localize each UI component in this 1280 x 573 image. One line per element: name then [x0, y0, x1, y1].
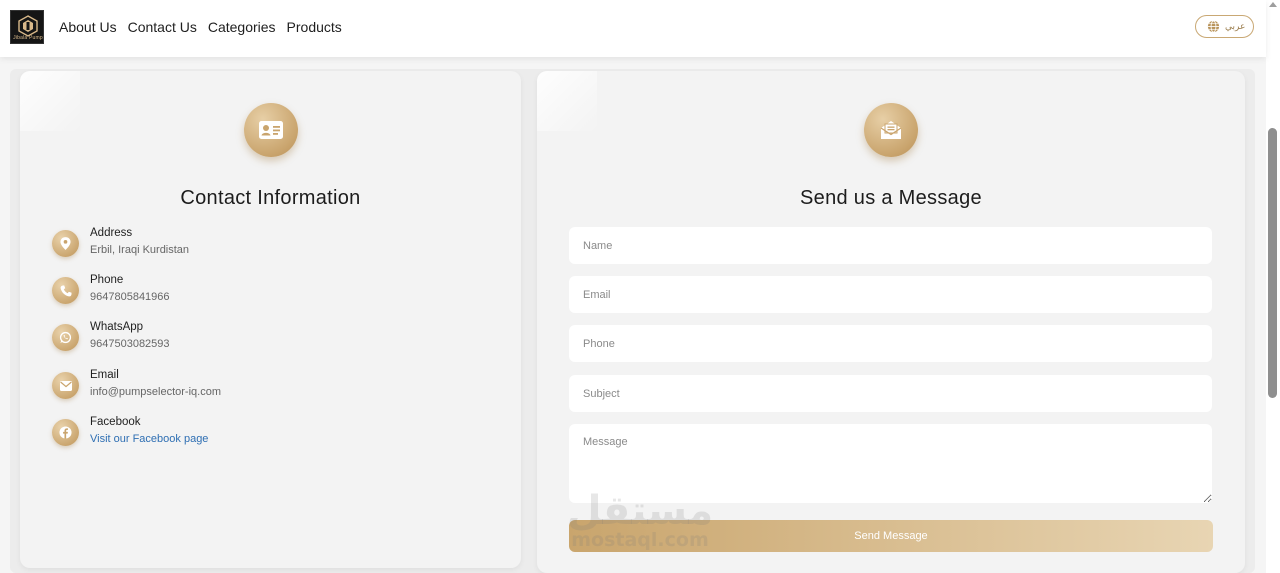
nav-categories[interactable]: Categories: [208, 17, 276, 37]
phone-value[interactable]: 9647805841966: [90, 291, 170, 303]
globe-icon: [1207, 20, 1220, 33]
message-textarea[interactable]: [569, 424, 1212, 503]
site-logo[interactable]: Jibala Pump: [10, 10, 44, 44]
contact-info-title: Contact Information: [180, 187, 361, 209]
address-value: Erbil, Iraqi Kurdistan: [90, 244, 190, 256]
email-value[interactable]: info@pumpselector-iq.com: [90, 386, 221, 398]
logo-text: Jibala Pump: [13, 35, 43, 41]
nav-contact-us[interactable]: Contact Us: [128, 17, 197, 37]
facebook-icon: [52, 419, 79, 446]
nav-products[interactable]: Products: [287, 17, 342, 37]
facebook-label: Facebook: [90, 416, 141, 428]
contact-info-card: Contact Information Address Erbil, Iraqi…: [20, 71, 521, 568]
id-card-icon: [244, 103, 298, 157]
email-icon: [52, 372, 79, 399]
whatsapp-value[interactable]: 9647503082593: [90, 338, 170, 350]
top-navbar: Jibala Pump About Us Contact Us Categori…: [0, 0, 1266, 57]
message-form-card: Send us a Message Send Message: [537, 71, 1245, 573]
contact-section: Contact Information Address Erbil, Iraqi…: [10, 69, 1255, 573]
whatsapp-label: WhatsApp: [90, 321, 144, 333]
subject-input[interactable]: [569, 375, 1212, 412]
nav-about-us[interactable]: About Us: [59, 17, 117, 37]
message-form-title: Send us a Message: [800, 187, 982, 209]
envelope-open-icon: [864, 103, 918, 157]
email-label: Email: [90, 369, 119, 381]
phone-input[interactable]: [569, 325, 1212, 362]
send-message-button[interactable]: Send Message: [569, 520, 1213, 552]
address-label: Address: [90, 227, 133, 239]
language-switch-button[interactable]: عربي: [1195, 15, 1254, 38]
facebook-page-link[interactable]: Visit our Facebook page: [90, 433, 208, 445]
location-icon: [52, 230, 79, 257]
email-input[interactable]: [569, 276, 1212, 313]
whatsapp-icon: [52, 324, 79, 351]
logo-mark-icon: [18, 15, 38, 37]
scrollbar-thumb[interactable]: [1268, 128, 1277, 398]
phone-label: Phone: [90, 274, 124, 286]
name-input[interactable]: [569, 227, 1212, 264]
language-label: عربي: [1225, 21, 1246, 31]
phone-icon: [52, 277, 79, 304]
scroll-up-arrow-icon[interactable]: [1269, 2, 1277, 7]
main-nav: About Us Contact Us Categories Products: [59, 17, 353, 37]
page-scrollbar[interactable]: [1266, 0, 1280, 573]
